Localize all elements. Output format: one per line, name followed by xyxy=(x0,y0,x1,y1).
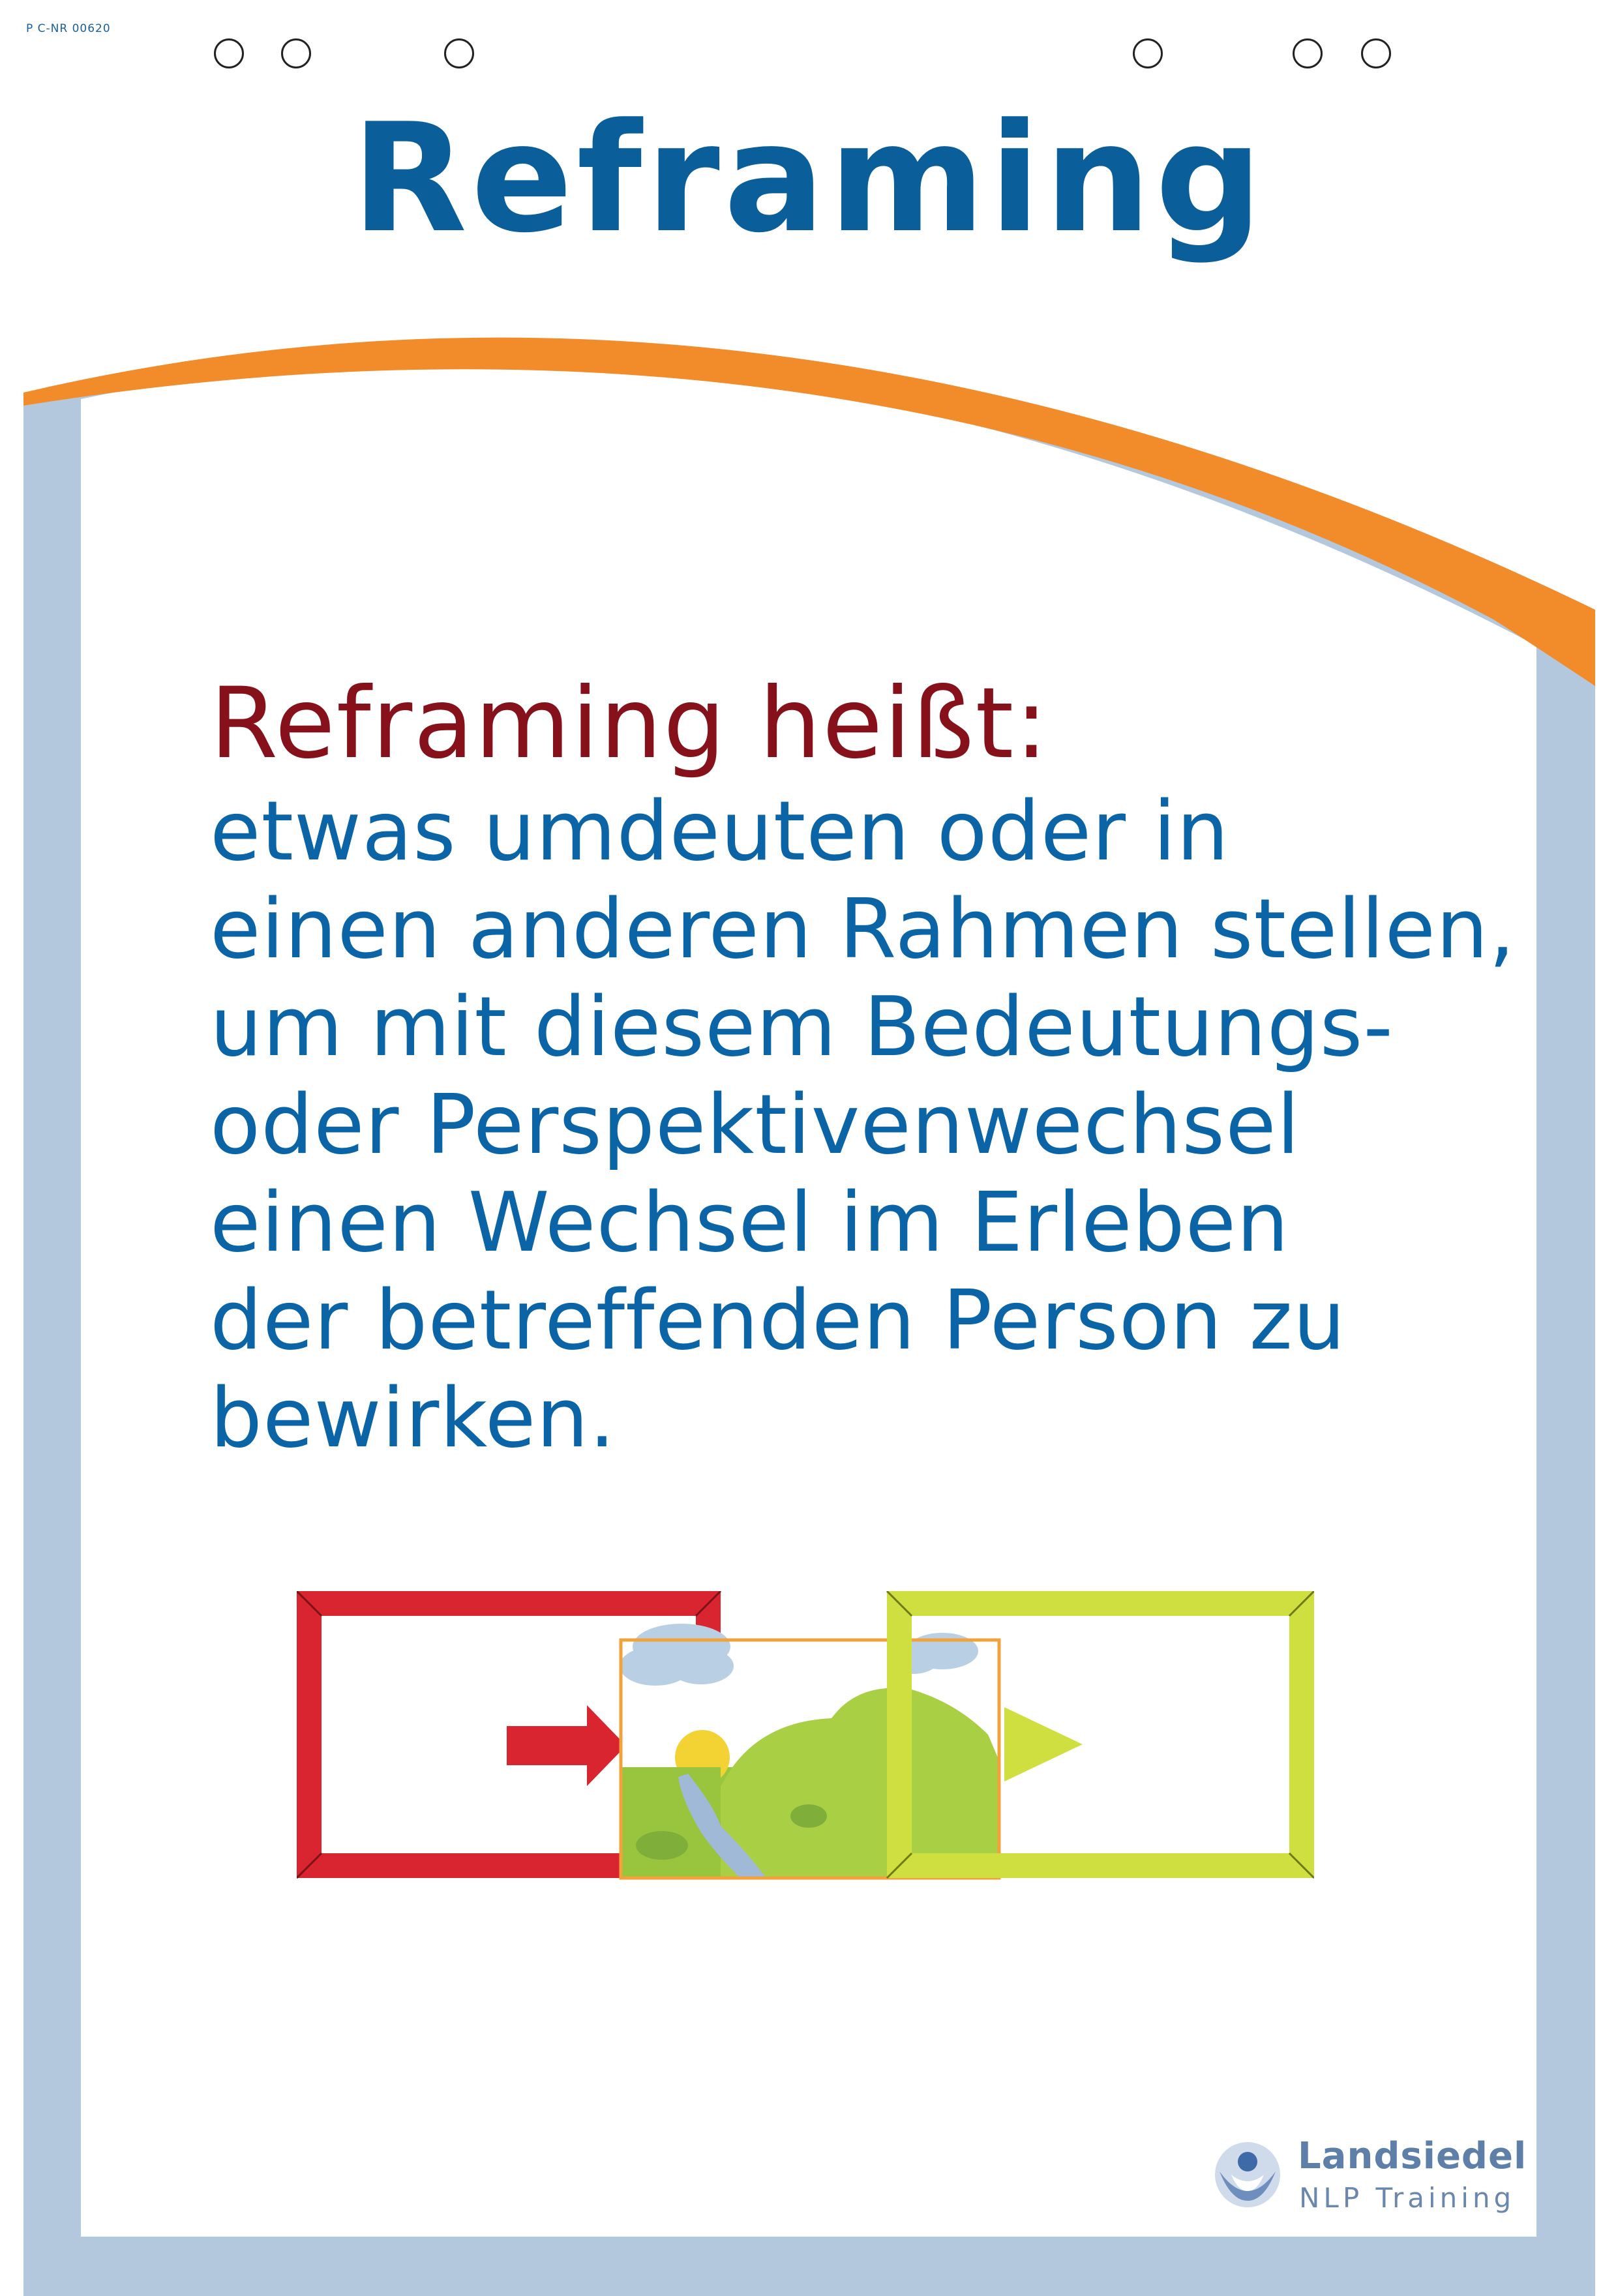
definition-line: etwas umdeuten oder in xyxy=(210,783,1229,879)
definition-line: einen anderen Rahmen stellen, xyxy=(210,881,1516,977)
definition-line: einen Wechsel im Erleben xyxy=(210,1174,1289,1270)
reframing-illustration xyxy=(297,1591,1314,1880)
definition-line: bewirken. xyxy=(210,1370,616,1466)
logo-subtitle: NLP Training xyxy=(1299,2182,1516,2214)
green-arrow xyxy=(1004,1707,1083,1782)
landscape-picture xyxy=(619,1624,1001,1880)
logo-name: Landsiedel xyxy=(1298,2135,1527,2177)
landsiedel-logo: Landsiedel NLP Training xyxy=(1212,2132,1527,2217)
definition-line: der betreffenden Person zu xyxy=(210,1272,1346,1368)
definition-text: etwas umdeuten oder in einen anderen Rah… xyxy=(210,783,1553,1467)
heading: Reframing heißt: xyxy=(210,667,1049,781)
definition-line: oder Perspektivenwechsel xyxy=(210,1077,1300,1172)
logo-icon xyxy=(1215,2142,1280,2207)
definition-line: um mit diesem Bedeutungs- xyxy=(210,979,1394,1075)
